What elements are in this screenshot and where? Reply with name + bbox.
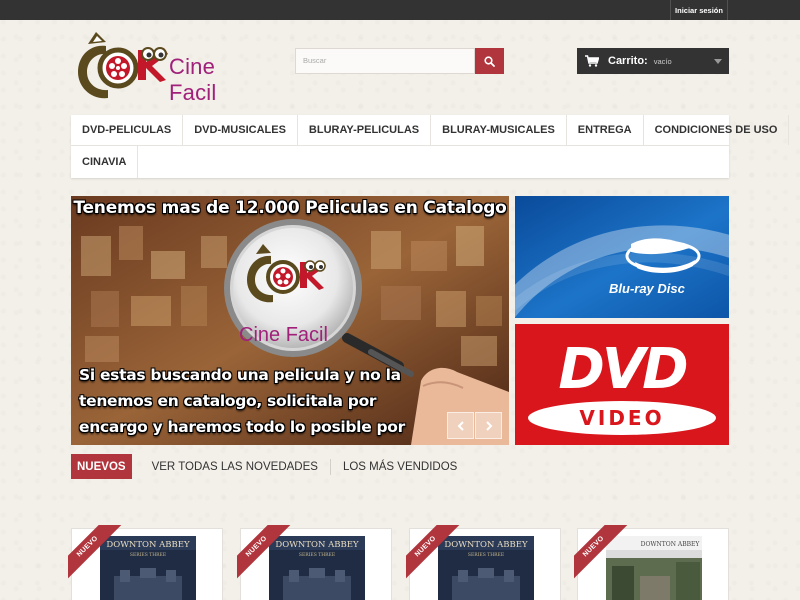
bluray-text: Blu-ray Disc xyxy=(609,281,686,296)
tab-mas-vendidos[interactable]: LOS MÁS VENDIDOS xyxy=(331,461,469,473)
main-nav: DVD-PELICULAS DVD-MUSICALES BLURAY-PELIC… xyxy=(71,115,790,178)
nav-item-bluray-peliculas[interactable]: BLURAY-PELICULAS xyxy=(298,115,432,145)
chevron-left-icon xyxy=(457,420,464,431)
tab-ver-novedades[interactable]: VER TODAS LAS NOVEDADES xyxy=(140,461,330,473)
cover-subtitle: SERIES THREE xyxy=(468,552,504,558)
new-ribbon: NUEVO xyxy=(237,525,291,579)
cover-subtitle: SERIES THREE xyxy=(299,552,335,558)
new-ribbon: NUEVO xyxy=(68,525,122,579)
nav-item-condiciones[interactable]: CONDICIONES DE USO xyxy=(644,115,790,145)
nav-item-entrega[interactable]: ENTREGA xyxy=(567,115,644,145)
top-bar: Iniciar sesión xyxy=(0,0,800,20)
new-ribbon: NUEVO xyxy=(406,525,460,579)
product-tabs: NUEVOS VER TODAS LAS NOVEDADES LOS MÁS V… xyxy=(71,454,469,479)
site-logo[interactable]: Cine Facil xyxy=(76,30,266,105)
search-icon xyxy=(484,55,495,67)
cover-subtitle: SERIES THREE xyxy=(130,552,166,558)
logo-text: Cine Facil xyxy=(169,54,217,105)
cart-icon xyxy=(585,55,599,67)
nav-item-cinavia[interactable]: CINAVIA xyxy=(71,146,139,178)
slider-next-button[interactable] xyxy=(475,412,502,439)
nav-item-bluray-musicales[interactable]: BLURAY-MUSICALES xyxy=(431,115,567,145)
cover-title: DOWNTON ABBEY xyxy=(641,541,701,548)
search-placeholder: Buscar xyxy=(303,56,327,65)
hero-slider[interactable]: Tenemos mas de 12.000 Peliculas en Catal… xyxy=(71,196,509,445)
product-card[interactable]: DOWNTON ABBEY NUEVO xyxy=(574,525,729,600)
new-ribbon: NUEVO xyxy=(574,525,628,579)
dvd-logo: DVD VIDEO xyxy=(515,324,729,445)
cart-label: Carrito: xyxy=(608,55,648,67)
hero-brand: Cine Facil xyxy=(239,324,328,346)
nav-item-dvd-peliculas[interactable]: DVD-PELICULAS xyxy=(71,115,184,145)
bluray-banner[interactable]: Blu-ray Disc xyxy=(515,196,729,318)
slider-prev-button[interactable] xyxy=(447,412,474,439)
cart-status: vacío xyxy=(653,56,672,66)
dvd-banner[interactable]: DVD VIDEO xyxy=(515,324,729,445)
dvd-text: DVD xyxy=(558,337,687,402)
search-input[interactable]: Buscar xyxy=(295,48,475,74)
dvd-video-text: VIDEO xyxy=(579,406,664,430)
nav-item-dvd-musicales[interactable]: DVD-MUSICALES xyxy=(183,115,298,145)
hero-body-text: Si estas buscando una pelicula y no la t… xyxy=(79,366,405,445)
logo-reel-icon xyxy=(78,32,168,99)
chevron-down-icon xyxy=(714,59,722,64)
chevron-right-icon xyxy=(485,420,492,431)
tab-nuevos[interactable]: NUEVOS xyxy=(71,454,132,479)
login-link[interactable]: Iniciar sesión xyxy=(670,0,728,20)
cart-button[interactable]: Carrito: vacío xyxy=(577,48,729,74)
bluray-logo: Blu-ray Disc xyxy=(515,196,729,318)
product-card[interactable]: DOWNTON ABBEY SERIES THREE NUEVO xyxy=(406,525,561,600)
hero-headline: Tenemos mas de 12.000 Peliculas en Catal… xyxy=(73,198,507,218)
product-card[interactable]: DOWNTON ABBEY SERIES THREE NUEVO xyxy=(68,525,223,600)
search-button[interactable] xyxy=(475,48,504,74)
product-card[interactable]: DOWNTON ABBEY SERIES THREE NUEVO xyxy=(237,525,392,600)
